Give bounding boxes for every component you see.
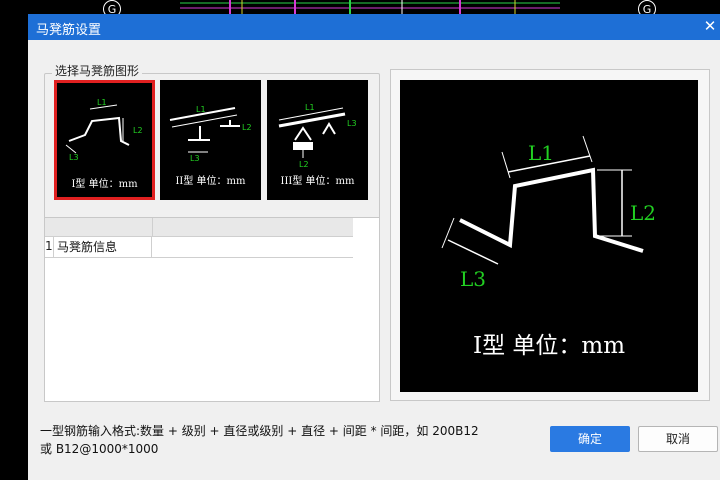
ok-button[interactable]: 确定 xyxy=(550,426,630,452)
preview-dim-L1: L1 xyxy=(528,141,554,165)
preview-dim-L3: L3 xyxy=(460,267,486,291)
close-icon[interactable]: ✕ xyxy=(702,17,718,35)
row-name-cell: 马凳筋信息 xyxy=(53,237,152,257)
shape-group-legend: 选择马凳筋图形 xyxy=(52,62,143,79)
type-3-dim-L2: L2 xyxy=(299,160,309,169)
shape-option-type-2[interactable]: L1 L2 L3 II型 单位：mm xyxy=(160,80,261,200)
type-2-dim-L1: L1 xyxy=(196,105,206,114)
hint-line-1: 一型钢筋输入格式:数量 + 级别 + 直径或级别 + 直径 + 间距 * 间距，… xyxy=(40,424,479,438)
grid-header xyxy=(45,218,353,237)
type-1-label: I型 单位：mm xyxy=(71,179,138,190)
shape-option-type-3[interactable]: L1 L3 L2 III型 单位：mm xyxy=(267,80,368,200)
dialog-title: 马凳筋设置 xyxy=(36,23,102,38)
property-grid: 1 马凳筋信息 xyxy=(44,217,380,402)
type-2-dim-L3: L3 xyxy=(190,154,200,163)
shape-option-type-1[interactable]: L1 L2 L3 I型 单位：mm xyxy=(54,80,155,200)
type-1-dim-L1: L1 xyxy=(97,98,107,107)
shape-preview: L1 L2 L3 I型 单位：mm xyxy=(400,80,698,392)
dialog-titlebar[interactable]: 马凳筋设置 ✕ xyxy=(28,14,720,40)
table-row[interactable]: 1 马凳筋信息 xyxy=(45,237,353,258)
type-1-dim-L3: L3 xyxy=(69,153,79,162)
row-index: 1 xyxy=(45,239,53,253)
preview-label: I型 单位：mm xyxy=(472,333,625,359)
type-3-dim-L1: L1 xyxy=(305,103,315,112)
cad-background-left xyxy=(0,14,28,480)
preview-dim-L2: L2 xyxy=(630,201,656,225)
hint-line-2: 或 B12@1000*1000 xyxy=(40,442,159,456)
cancel-button[interactable]: 取消 xyxy=(638,426,718,452)
type-3-label: III型 单位：mm xyxy=(280,176,355,187)
type-3-dim-L3: L3 xyxy=(347,119,357,128)
type-2-dim-L2: L2 xyxy=(242,123,252,132)
stool-rebar-settings-dialog: 马凳筋设置 ✕ 选择马凳筋图形 L1 L2 L3 I型 单位：mm L1 L2 xyxy=(28,14,720,480)
input-format-hint: 一型钢筋输入格式:数量 + 级别 + 直径或级别 + 直径 + 间距 * 间距，… xyxy=(40,422,520,458)
grid-header-name-column xyxy=(45,218,153,236)
cad-drawing-lines xyxy=(180,0,560,14)
type-1-dim-L2: L2 xyxy=(133,126,143,135)
type-2-label: II型 单位：mm xyxy=(175,176,246,187)
row-value-cell[interactable] xyxy=(153,237,353,257)
